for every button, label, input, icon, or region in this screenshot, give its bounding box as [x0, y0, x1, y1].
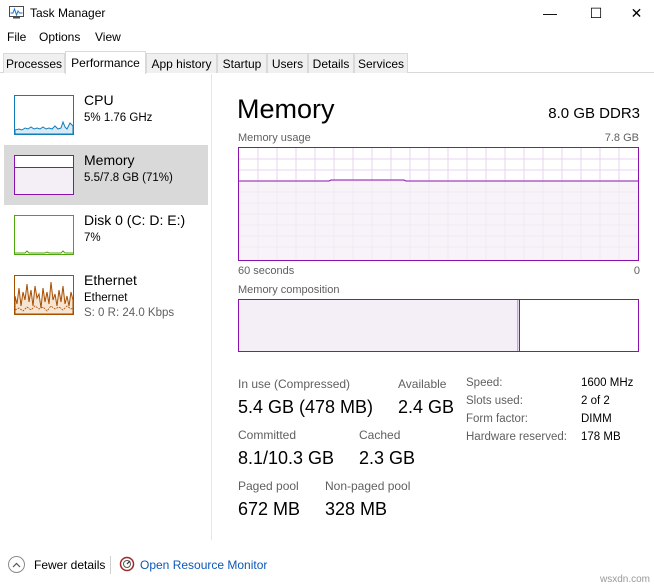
- memory-usage-svg: [239, 148, 638, 260]
- committed-value: 8.1/10.3 GB: [238, 448, 335, 468]
- footer-separator: [110, 556, 111, 574]
- task-manager-icon: [9, 6, 24, 19]
- ethernet-throughput: S: 0 R: 24.0 Kbps: [84, 307, 175, 319]
- tab-performance[interactable]: Performance: [65, 51, 146, 74]
- memory-usage-graph: [238, 147, 639, 261]
- menu-file[interactable]: File: [7, 30, 26, 44]
- chevron-up-icon[interactable]: [8, 556, 25, 573]
- hardware-reserved-label: Hardware reserved:: [466, 431, 567, 443]
- composition-label: Memory composition: [238, 284, 340, 296]
- non-paged-pool-label: Non-paged pool: [325, 479, 411, 493]
- speed-label: Speed:: [466, 377, 503, 389]
- watermark-text: wsxdn.com: [599, 574, 650, 585]
- maximize-button[interactable]: ☐: [573, 0, 619, 26]
- window-title: Task Manager: [30, 6, 106, 20]
- tab-app-history[interactable]: App history: [146, 53, 217, 73]
- memory-label: Memory: [84, 152, 135, 168]
- cpu-detail: 5% 1.76 GHz: [84, 112, 153, 124]
- time-axis-label: 60 seconds: [238, 265, 295, 277]
- sidebar-item-disk[interactable]: Disk 0 (C: D: E:) 7%: [4, 205, 208, 265]
- non-paged-pool-value: 328 MB: [325, 499, 388, 519]
- ethernet-label: Ethernet: [84, 272, 137, 288]
- slots-value: 2 of 2: [581, 395, 610, 407]
- open-resource-monitor-link[interactable]: Open Resource Monitor: [140, 558, 267, 572]
- tab-startup[interactable]: Startup: [217, 53, 267, 73]
- menu-bar: File Options View: [0, 27, 654, 47]
- slots-label: Slots used:: [466, 395, 523, 407]
- sidebar-item-cpu[interactable]: CPU 5% 1.76 GHz: [4, 85, 208, 145]
- form-factor-value: DIMM: [581, 413, 612, 425]
- memory-composition-bar: [238, 299, 639, 352]
- ethernet-thumbnail-graph: [14, 275, 74, 315]
- tab-processes[interactable]: Processes: [3, 53, 65, 73]
- resource-monitor-icon[interactable]: [119, 556, 135, 572]
- sidebar-item-memory[interactable]: Memory 5.5/7.8 GB (71%): [4, 145, 208, 205]
- paged-pool-value: 672 MB: [238, 499, 301, 519]
- memory-detail: 5.5/7.8 GB (71%): [84, 172, 173, 184]
- committed-label: Committed: [238, 428, 297, 442]
- tab-strip: Processes Performance App history Startu…: [0, 51, 654, 74]
- cached-value: 2.3 GB: [359, 448, 416, 468]
- in-use-value: 5.4 GB (478 MB): [238, 397, 374, 417]
- disk-thumbnail-graph: [14, 215, 74, 255]
- footer-bar: Fewer details Open Resource Monitor wsxd…: [0, 548, 654, 586]
- cpu-label: CPU: [84, 92, 114, 108]
- tab-users[interactable]: Users: [267, 53, 308, 73]
- ethernet-detail: Ethernet: [84, 292, 128, 304]
- cpu-thumbnail-graph: [14, 95, 74, 135]
- minimize-button[interactable]: —: [527, 0, 573, 26]
- sidebar-item-ethernet[interactable]: Ethernet Ethernet S: 0 R: 24.0 Kbps: [4, 265, 208, 325]
- cached-label: Cached: [359, 428, 401, 442]
- composition-modified: [518, 300, 521, 351]
- paged-pool-label: Paged pool: [238, 479, 299, 493]
- resource-list: CPU 5% 1.76 GHz Memory 5.5/7.8 GB (71%) …: [0, 74, 212, 540]
- composition-in-use: [239, 300, 519, 351]
- usage-graph-max: 7.8 GB: [604, 132, 639, 144]
- tab-services[interactable]: Services: [354, 53, 408, 73]
- close-button[interactable]: ✕: [619, 0, 654, 26]
- time-axis-end: 0: [633, 265, 640, 277]
- usage-graph-label: Memory usage: [238, 132, 311, 144]
- speed-value: 1600 MHz: [581, 377, 634, 389]
- form-factor-label: Form factor:: [466, 413, 528, 425]
- memory-thumbnail-graph: [14, 155, 74, 195]
- hardware-reserved-value: 178 MB: [581, 431, 621, 443]
- page-title: Memory: [237, 94, 335, 124]
- tab-details[interactable]: Details: [308, 53, 354, 73]
- in-use-label: In use (Compressed): [238, 377, 351, 391]
- disk-label: Disk 0 (C: D: E:): [84, 212, 186, 228]
- title-bar: Task Manager — ☐ ✕: [0, 0, 654, 26]
- menu-options[interactable]: Options: [39, 30, 80, 44]
- fewer-details-button[interactable]: Fewer details: [34, 558, 105, 572]
- available-value: 2.4 GB: [398, 397, 455, 417]
- memory-type: 8.0 GB DDR3: [548, 105, 640, 122]
- available-label: Available: [398, 377, 447, 391]
- menu-view[interactable]: View: [95, 30, 121, 44]
- disk-detail: 7%: [84, 232, 101, 244]
